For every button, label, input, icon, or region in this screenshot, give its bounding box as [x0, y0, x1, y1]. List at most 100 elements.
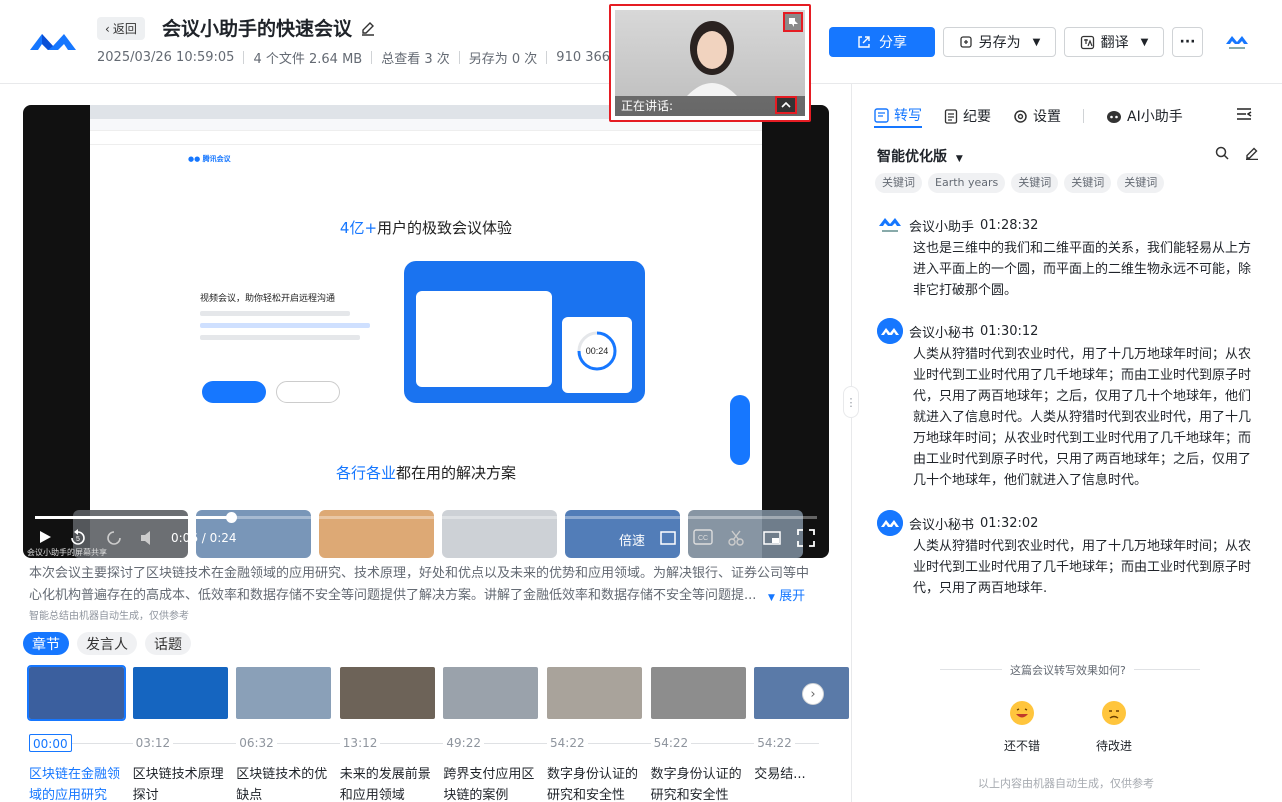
fullscreen-icon[interactable] — [797, 529, 815, 547]
collapse-panel-icon[interactable] — [1236, 107, 1252, 121]
chapter-item[interactable]: 13:12 未来的发展前景和应用领域 — [339, 667, 435, 802]
speaker-name[interactable]: 会议小秘书 — [909, 322, 974, 341]
happy-face-icon — [1010, 701, 1034, 725]
pin-window-icon[interactable] — [783, 12, 803, 32]
tab-settings[interactable]: 设置 — [1013, 104, 1061, 128]
chapter-item[interactable]: 03:12 区块链技术原理探讨 — [132, 667, 228, 802]
chapter-title[interactable]: 数字身份认证的研究和安全性 — [651, 764, 751, 802]
tab-chapters[interactable]: 章节 — [23, 632, 69, 655]
video-player[interactable]: ●● 腾讯会议 4亿+用户的极致会议体验 视频会议，助你轻松开启远程沟通 00:… — [23, 105, 829, 558]
chapter-time[interactable]: 49:22 — [443, 734, 484, 752]
keyword-chip[interactable]: 关键词 — [875, 173, 922, 193]
chapter-title[interactable]: 区块链在金融领域的应用研究 — [29, 764, 129, 802]
picture-in-picture-icon[interactable] — [763, 529, 781, 547]
speaker-name[interactable]: 会议小助手 — [909, 216, 974, 235]
chapter-item[interactable]: 54:22 数字身份认证的研究和安全性 — [650, 667, 746, 802]
edit-pencil-icon[interactable] — [1245, 146, 1259, 160]
chapter-time[interactable]: 00:00 — [29, 734, 72, 752]
collapse-window-icon[interactable] — [775, 96, 797, 114]
site-subheadline: 各行各业都在用的解决方案 — [335, 464, 517, 482]
chapter-title[interactable]: 交易结... — [754, 764, 854, 785]
chapter-time[interactable]: 54:22 — [547, 734, 588, 752]
panel-divider — [851, 84, 852, 802]
chapter-thumbnail[interactable] — [547, 667, 642, 719]
play-icon[interactable] — [37, 529, 53, 545]
tab-topics[interactable]: 话题 — [145, 632, 191, 655]
resize-handle-icon[interactable]: ⋮ — [843, 386, 859, 418]
progress-knob[interactable] — [225, 512, 237, 523]
chapter-title[interactable]: 数字身份认证的研究和安全性 — [547, 764, 647, 802]
chapter-thumbnail[interactable] — [443, 667, 539, 719]
feedback-bad-button[interactable]: 待改进 — [1096, 701, 1132, 754]
share-button[interactable]: 分享 — [829, 27, 935, 57]
scissors-icon[interactable] — [727, 529, 745, 547]
entry-timestamp[interactable]: 01:30:12 — [980, 324, 1038, 339]
keyword-chip[interactable]: Earth years — [928, 173, 1006, 193]
chapter-time[interactable]: 03:12 — [132, 734, 174, 752]
chapter-thumbnail[interactable] — [27, 665, 126, 721]
speaker-video-window[interactable]: 正在讲话: — [609, 4, 811, 122]
chapter-time[interactable]: 06:32 — [236, 734, 277, 752]
keyword-chip[interactable]: 关键词 — [1117, 173, 1165, 193]
caret-down-icon: ▼ — [955, 154, 963, 164]
transcript-entry: 会议小助手 01:28:32 这也是三维中的我们和二维平面的关系，我们能轻易从上… — [877, 212, 1257, 301]
tab-speakers[interactable]: 发言人 — [77, 632, 137, 655]
search-icon[interactable] — [1215, 146, 1229, 160]
content-tabs: 章节 发言人 话题 — [23, 632, 191, 655]
chapter-item[interactable]: 06:32 区块链技术的优缺点 — [236, 667, 332, 802]
chapter-time[interactable]: 54:22 — [754, 734, 795, 752]
progress-fill — [35, 516, 231, 519]
forward-5s-icon[interactable] — [105, 529, 123, 547]
shared-screen-content: ●● 腾讯会议 4亿+用户的极致会议体验 视频会议，助你轻松开启远程沟通 00:… — [90, 105, 762, 558]
back-button[interactable]: ‹ 返回 — [97, 17, 145, 40]
chapter-thumbnail[interactable] — [132, 667, 228, 719]
sad-face-icon — [1102, 701, 1126, 725]
chevron-right-icon[interactable]: › — [802, 683, 824, 705]
more-button[interactable]: ··· — [1172, 27, 1203, 57]
caret-down-icon: ▼ — [1032, 36, 1041, 48]
speed-button[interactable]: 倍速 — [619, 530, 645, 549]
expand-summary-button[interactable]: ▼ 展开 — [768, 585, 805, 604]
rewind-5s-icon[interactable]: 5 — [69, 529, 87, 547]
file-count: 4 个文件 2.64 MB — [253, 52, 363, 67]
chapter-title[interactable]: 区块链技术原理探讨 — [133, 764, 233, 802]
user-avatar[interactable] — [1224, 28, 1250, 54]
transcript-version-select[interactable]: 智能优化版 ▼ — [877, 146, 963, 166]
chapter-thumbnail[interactable] — [236, 667, 332, 719]
keyword-chip[interactable]: 关键词 — [1011, 173, 1059, 193]
speaker-name[interactable]: 会议小秘书 — [909, 514, 974, 533]
ai-summary: 本次会议主要探讨了区块链技术在金融领域的应用研究、技术原理，好处和优点以及未来的… — [29, 566, 810, 603]
subtitles-icon[interactable]: CC — [693, 529, 713, 545]
chapter-item[interactable]: 00:00 区块链在金融领域的应用研究 — [27, 665, 126, 802]
chapter-title[interactable]: 跨界支付应用区块链的案例 — [443, 764, 543, 802]
entry-timestamp[interactable]: 01:28:32 — [980, 218, 1038, 233]
translate-button[interactable]: 翻译 ▼ — [1064, 27, 1164, 57]
chapter-time[interactable]: 54:22 — [650, 734, 692, 752]
video-caption: 会议小助手的屏幕共享 — [27, 548, 107, 557]
tab-transcript[interactable]: 转写 — [874, 104, 922, 128]
saveas-count: 另存为 0 次 — [468, 52, 538, 67]
edit-pencil-icon[interactable] — [360, 20, 376, 36]
volume-icon[interactable] — [139, 529, 157, 547]
saveas-button[interactable]: 另存为 ▼ — [943, 27, 1056, 57]
keyword-chip[interactable]: 关键词 — [1064, 173, 1112, 193]
chapter-item[interactable]: 54:22 数字身份认证的研究和安全性 — [547, 667, 642, 802]
chapter-item[interactable]: 49:22 跨界支付应用区块链的案例 — [443, 667, 539, 802]
tab-minutes[interactable]: 纪要 — [944, 104, 991, 128]
screen-layout-icon[interactable] — [659, 529, 677, 547]
tab-ai-assistant[interactable]: AI小助手 — [1106, 104, 1183, 128]
progress-bar[interactable] — [35, 512, 817, 523]
chapter-thumbnail[interactable] — [339, 667, 435, 719]
chapter-title[interactable]: 未来的发展前景和应用领域 — [340, 764, 440, 802]
chapter-thumbnail[interactable] — [650, 667, 746, 719]
chapter-title[interactable]: 区块链技术的优缺点 — [236, 764, 336, 802]
transcript-entry: 会议小秘书 01:30:12 人类从狩猎时代到农业时代，用了十几万地球年时间；从… — [877, 318, 1257, 491]
meeting-datetime: 2025/03/26 10:59:05 — [97, 50, 235, 65]
entry-timestamp[interactable]: 01:32:02 — [980, 516, 1038, 531]
tencent-meeting-logo-icon[interactable] — [28, 26, 78, 56]
feedback-good-button[interactable]: 还不错 — [1004, 701, 1040, 754]
translate-icon — [1080, 35, 1094, 49]
chapter-time[interactable]: 13:12 — [339, 734, 381, 752]
transcript-icon — [874, 107, 889, 123]
ai-assistant-icon — [1107, 110, 1121, 123]
